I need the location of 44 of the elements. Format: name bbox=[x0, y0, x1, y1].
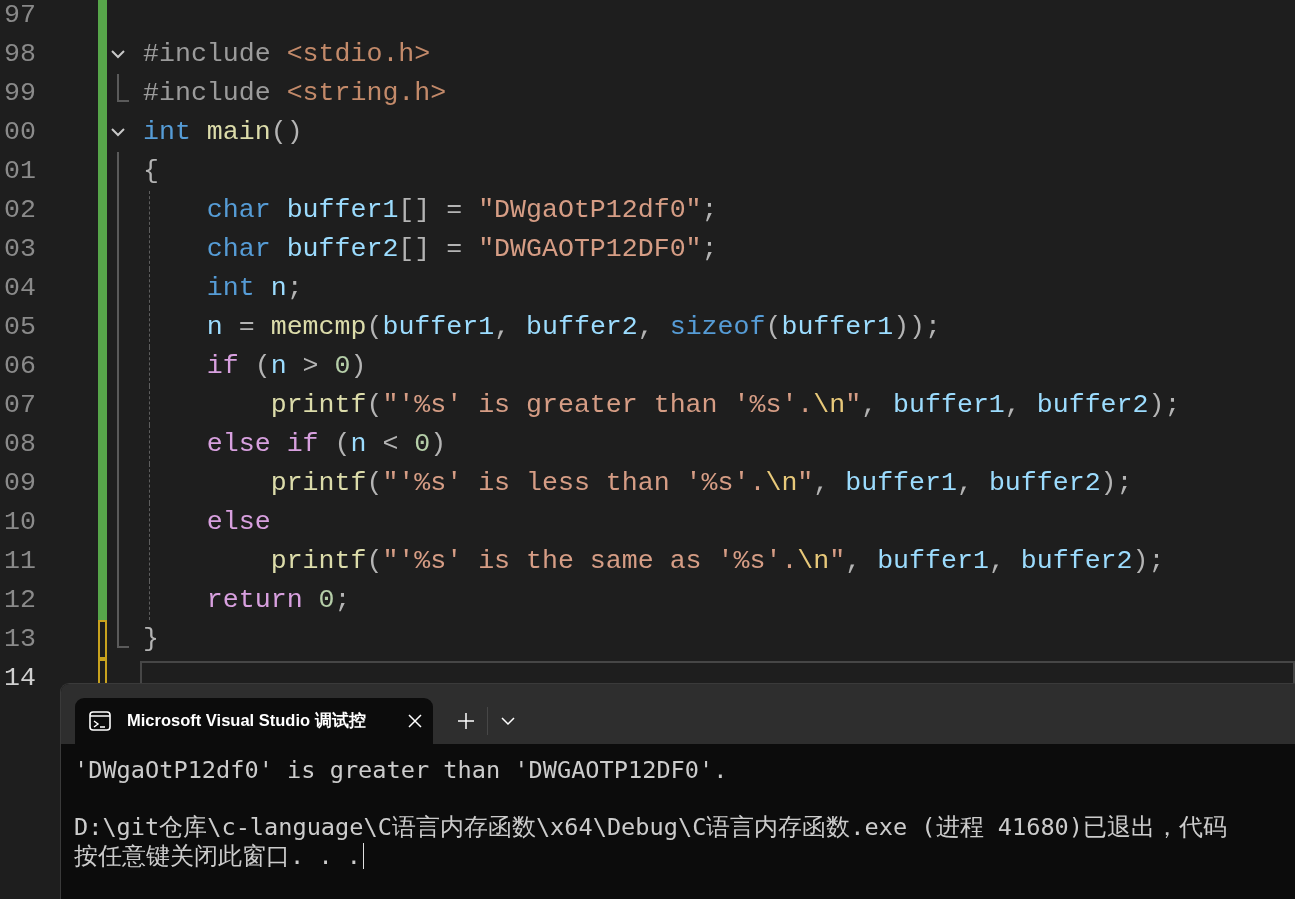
line-number: 14 bbox=[4, 662, 36, 695]
chevron-down-icon[interactable] bbox=[500, 716, 516, 726]
chevron-icon[interactable] bbox=[110, 126, 126, 138]
line-number: 04 bbox=[4, 272, 36, 305]
code-line: else bbox=[205, 507, 271, 537]
code-line: } bbox=[143, 624, 159, 654]
line-number: 12 bbox=[4, 584, 36, 617]
code-line: if (n > 0) bbox=[205, 351, 367, 381]
code-line: printf("'%s' is less than '%s'.\n", buffer1, buffer2); bbox=[269, 468, 1133, 498]
terminal-icon bbox=[89, 711, 111, 731]
code-line: int n; bbox=[205, 273, 303, 303]
line-number: 00 bbox=[4, 116, 36, 149]
line-number: 09 bbox=[4, 467, 36, 500]
terminal-tab[interactable]: Microsoft Visual Studio 调试控 bbox=[75, 698, 433, 744]
code-line: return 0; bbox=[205, 585, 351, 615]
line-number: 01 bbox=[4, 155, 36, 188]
code-line: n = memcmp(buffer1, buffer2, sizeof(buffer1)); bbox=[205, 312, 942, 342]
line-number: 02 bbox=[4, 194, 36, 227]
code-line: char buffer1[] = "DWgaOtP12df0"; bbox=[205, 195, 718, 225]
add-icon[interactable] bbox=[457, 712, 475, 730]
code-line: int main() bbox=[143, 117, 303, 147]
code-line: printf("'%s' is the same as '%s'.\n", buffer1, buffer2); bbox=[269, 546, 1165, 576]
terminal-output-line: D:\git仓库\c-language\C语言内存函数\x64\Debug\C语言内存函数.exe (进程 41680)已退出，代码 bbox=[74, 813, 1227, 841]
line-number: 07 bbox=[4, 389, 36, 422]
code-line: #include <string.h> bbox=[143, 78, 447, 108]
line-number: 11 bbox=[4, 545, 36, 578]
line-number: 03 bbox=[4, 233, 36, 266]
line-number: 99 bbox=[4, 77, 36, 110]
terminal-output-line: 按任意键关闭此窗口. . . bbox=[74, 841, 362, 870]
line-number: 06 bbox=[4, 350, 36, 383]
code-line: else if (n < 0) bbox=[205, 429, 447, 459]
line-number: 08 bbox=[4, 428, 36, 461]
close-icon[interactable] bbox=[407, 713, 423, 729]
chevron-icon[interactable] bbox=[110, 48, 126, 60]
line-number: 98 bbox=[4, 38, 36, 71]
line-number: 10 bbox=[4, 506, 36, 539]
line-number: 97 bbox=[4, 0, 36, 32]
line-number: 05 bbox=[4, 311, 36, 344]
code-line: char buffer2[] = "DWGAOTP12DF0"; bbox=[205, 234, 718, 264]
terminal-output-line: 'DWgaOtP12df0' is greater than 'DWGAOTP12DF0'. bbox=[74, 756, 728, 784]
line-number: 13 bbox=[4, 623, 36, 656]
code-line: printf("'%s' is greater than '%s'.\n", buffer1, buffer2); bbox=[269, 390, 1181, 420]
code-line: { bbox=[143, 156, 159, 186]
code-line: #include <stdio.h> bbox=[143, 39, 431, 69]
